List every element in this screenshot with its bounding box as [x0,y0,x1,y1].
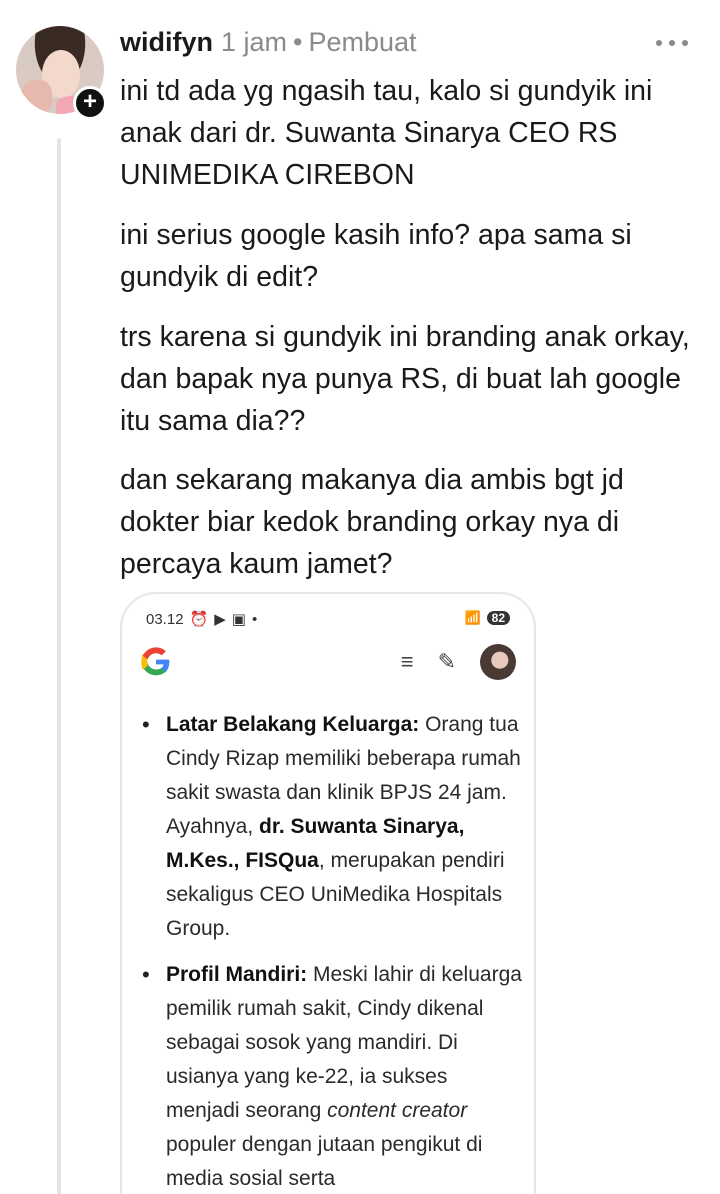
post-meta: 1 jam • Pembuat [221,27,417,58]
list-item: Profil Mandiri: Meski lahir di keluarga … [142,958,522,1194]
alarm-icon: ⏰ [189,611,209,628]
google-toolbar: ≡ ✎ [401,644,516,680]
post-paragraph: ini td ada yg ngasih tau, kalo si gundyi… [120,75,653,191]
wifi-icon: 📶 [464,610,481,625]
status-dot: • [251,610,258,628]
status-bar: 03.12 ⏰ ▶ ▣ • [146,610,258,629]
edit-icon[interactable]: ✎ [438,649,456,675]
profile-avatar[interactable] [480,644,516,680]
list-sparkle-icon[interactable]: ≡ [401,649,414,675]
ai-overview-list: Latar Belakang Keluarga: Orang tua Cindy… [142,708,522,1194]
bullet-italic: content creator [327,1099,468,1122]
post-time: 1 jam [221,27,288,57]
follow-plus-icon[interactable]: + [73,86,107,120]
post-paragraph: ini serius google kasih info? apa sama s… [120,219,632,293]
youtube-icon: ▶ [214,611,226,628]
post-paragraph: trs karena si gundyik ini branding anak … [120,321,690,437]
status-time: 03.12 [146,610,184,628]
bullet-label: Profil Mandiri: [166,963,308,986]
username[interactable]: widifyn [120,27,213,58]
bullet-label: Latar Belakang Keluarga: [166,713,420,736]
meta-separator: • [293,27,303,57]
thread-line [57,138,61,1194]
status-icons: 📶 82 [464,610,510,626]
google-logo-icon [141,647,170,676]
more-horizontal-icon[interactable] [656,40,688,48]
bullet-text: populer dengan jutaan pengikut di media … [166,1133,483,1190]
battery-badge: 82 [486,611,510,625]
post-paragraph: dan sekarang makanya dia ambis bgt jd do… [120,464,624,580]
author-badge: Pembuat [308,27,417,57]
app-icon: ▣ [231,611,246,628]
list-item: Latar Belakang Keluarga: Orang tua Cindy… [142,708,522,946]
attached-screenshot[interactable]: 03.12 ⏰ ▶ ▣ • 📶 82 ≡ ✎ Latar Belakang Ke… [120,592,536,1194]
post-header: widifyn 1 jam • Pembuat [120,27,417,61]
